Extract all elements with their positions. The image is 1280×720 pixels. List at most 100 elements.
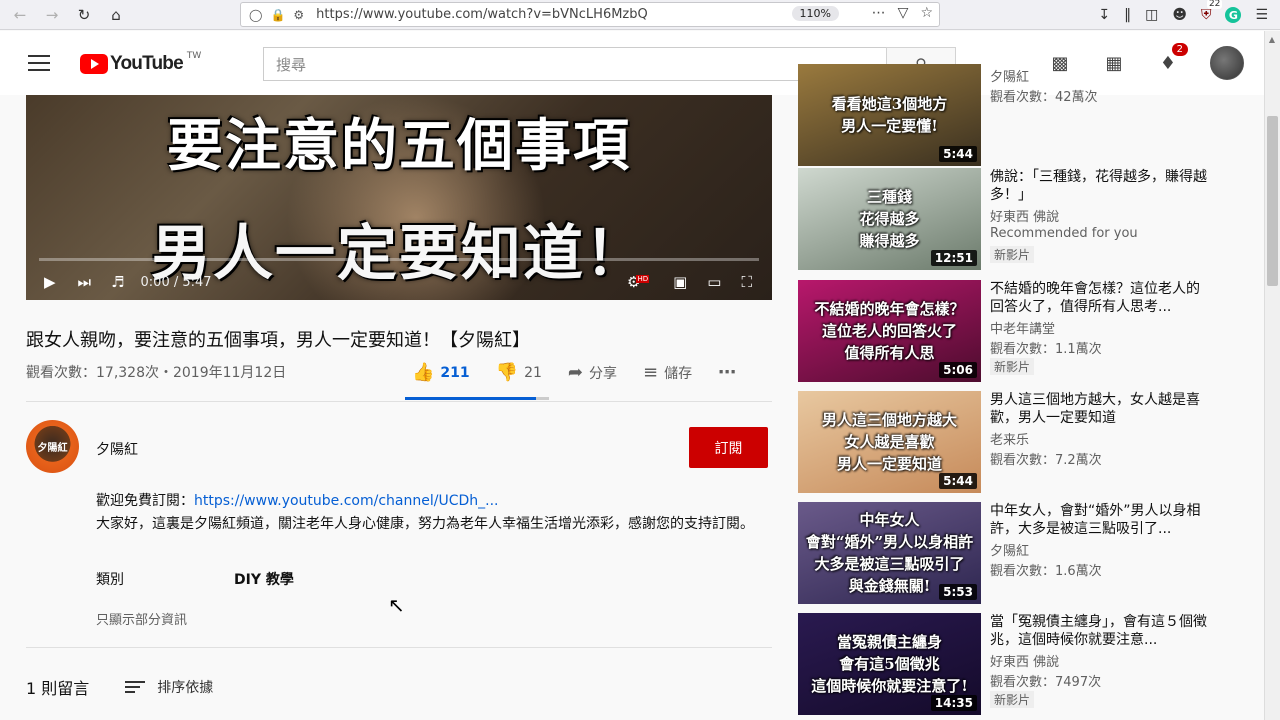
user-avatar[interactable] [1210, 46, 1244, 80]
recommended-channel[interactable]: 夕陽紅 [990, 540, 1029, 559]
shield-icon[interactable]: ◯ [249, 8, 262, 22]
show-less-button[interactable]: 只顯示部分資訊 [96, 609, 187, 628]
subscribe-button[interactable]: 訂閱 [689, 427, 768, 468]
video-player[interactable]: 要注意的五個事項 男人一定要知道！ ▶ ⏭ ♬ 0:00 / 5:47 ⚙HD … [26, 95, 772, 300]
dislike-button[interactable]: 👎 21 [496, 362, 542, 383]
time-display: 0:00 / 5:47 [140, 274, 212, 290]
channel-link[interactable]: https://www.youtube.com/channel/UCDh_... [194, 493, 499, 509]
share-icon: ➦ [567, 362, 583, 383]
video-thumbnail[interactable]: 當冤親債主纏身 會有這5個徵兆 這個時候你就要注意了! 14:35 [798, 613, 981, 715]
url-text[interactable]: https://www.youtube.com/watch?v=bVNcLH6M… [316, 7, 648, 22]
download-icon[interactable]: ↧ [1098, 7, 1110, 23]
recommended-channel[interactable]: 好東西 佛說 [990, 206, 1059, 225]
next-icon[interactable]: ⏭ [78, 273, 92, 291]
sidebar-icon[interactable]: ◫ [1145, 7, 1158, 23]
youtube-play-icon [80, 54, 108, 74]
volume-icon[interactable]: ♬ [111, 273, 124, 291]
video-caption-top: 要注意的五個事項 [167, 113, 631, 179]
video-thumbnail[interactable]: 中年女人 會對“婚外”男人以身相許 大多是被這三點吸引了 與金錢無關! 5:53 [798, 502, 981, 604]
permissions-icon[interactable]: ⚙ [293, 8, 304, 22]
recommended-video[interactable]: 男人這三個地方越大 女人越是喜歡 男人一定要知道 5:44 男人這三個地方越大，女人越是… [798, 391, 1208, 493]
zoom-level[interactable]: 110% [791, 6, 839, 21]
channel-avatar[interactable]: 夕陽紅 [26, 420, 79, 473]
forward-icon[interactable]: → [40, 3, 64, 27]
scroll-up-icon[interactable]: ▲ [1267, 35, 1277, 45]
page-actions-icon[interactable]: ⋯ [872, 5, 886, 21]
recommended-views: 觀看次數：7497次 [990, 675, 1102, 690]
video-thumbnail[interactable]: 男人這三個地方越大 女人越是喜歡 男人一定要知道 5:44 [798, 391, 981, 493]
thumbnail-caption: 不結婚的晚年會怎樣？ [814, 300, 965, 318]
recommended-views: 觀看次數：1.6萬次 [990, 564, 1102, 579]
recommended-views: 觀看次數：7.2萬次 [990, 453, 1102, 468]
video-thumbnail[interactable]: 看看她這3個地方 男人一定要懂! 5:44 [798, 64, 981, 166]
recommended-channel[interactable]: 老来乐 [990, 429, 1029, 448]
mouse-cursor-icon: ↖ [388, 593, 405, 617]
like-button[interactable]: 👍 211 [412, 362, 470, 383]
recommended-video[interactable]: 不結婚的晚年會怎樣？ 這位老人的回答火了 值得所有人思 5:06 不結婚的晚年會怎樣？這… [798, 280, 1208, 382]
recommended-video[interactable]: 中年女人 會對“婚外”男人以身相許 大多是被這三點吸引了 與金錢無關! 5:53 中年女人… [798, 502, 1208, 604]
theater-mode-icon[interactable]: ▭ [707, 273, 721, 291]
miniplayer-icon[interactable]: ▣ [673, 273, 687, 291]
category-value[interactable]: DIY 教學 [234, 569, 294, 589]
sort-label: 排序依據 [157, 680, 214, 696]
more-icon: ⋯ [718, 362, 737, 383]
more-actions-button[interactable]: ⋯ [718, 362, 742, 383]
bookmark-star-icon[interactable]: ☆ [920, 5, 933, 21]
recommended-title[interactable]: 中年女人，會對“婚外”男人以身相許，大多是被這三點吸引了... [990, 502, 1208, 538]
browser-menu-icon[interactable]: ☰ [1255, 7, 1268, 23]
comments-header: 1 則留言 排序依據 [26, 675, 213, 699]
grammarly-extension-icon[interactable]: G [1225, 7, 1242, 23]
duration-badge: 12:51 [930, 250, 977, 266]
thumbnail-caption: 這位老人的回答火了 [821, 322, 957, 340]
share-label: 分享 [589, 365, 617, 382]
lock-icon[interactable]: 🔒 [270, 8, 285, 22]
recommended-channel[interactable]: 中老年講堂 [990, 318, 1055, 337]
settings-icon[interactable]: ⚙HD [627, 273, 653, 291]
thumbnail-caption: 女人越是喜歡 [844, 433, 935, 451]
thumbnail-caption: 花得越多 [859, 210, 920, 228]
description-text: 大家好，這裏是夕陽紅頻道，關注老年人身心健康，努力為老年人幸福生活增光添彩，感謝… [96, 516, 754, 532]
recommended-title[interactable]: 男人這三個地方越大，女人越是喜歡，男人一定要知道 [990, 391, 1208, 427]
video-description: 歡迎免費訂閱：https://www.youtube.com/channel/U… [96, 490, 776, 536]
playlist-add-icon: ≡ [643, 362, 659, 383]
recommended-video[interactable]: 看看她這3個地方 男人一定要懂! 5:44 夕陽紅觀看次數：42萬次 [798, 64, 1208, 166]
account-icon[interactable]: ☻ [1172, 7, 1187, 23]
recommended-views: Recommended for you [990, 226, 1138, 241]
library-icon[interactable]: ‖ [1124, 7, 1131, 23]
home-icon[interactable]: ⌂ [104, 3, 128, 27]
menu-icon[interactable] [28, 55, 50, 76]
thumbnail-caption: 這個時候你就要注意了! [811, 677, 968, 695]
ublock-extension-icon[interactable]: ⛨ 22 [1201, 0, 1223, 23]
video-thumbnail[interactable]: 三種錢 花得越多 賺得越多 12:51 [798, 168, 981, 270]
duration-badge: 14:35 [930, 695, 977, 711]
recommended-video[interactable]: 當冤親債主纏身 會有這5個徵兆 這個時候你就要注意了! 14:35 當「冤親債主纏身」，… [798, 613, 1208, 715]
play-icon[interactable]: ▶ [44, 273, 56, 291]
youtube-logo[interactable]: YouTube TW [80, 51, 201, 75]
back-icon[interactable]: ← [8, 3, 32, 27]
recommended-video[interactable]: 三種錢 花得越多 賺得越多 12:51 佛說：「三種錢，花得越多，賺得越多！」 好東西 佛… [798, 168, 1208, 270]
sort-icon [125, 681, 146, 693]
page-scrollbar[interactable]: ▲ [1264, 31, 1280, 720]
sort-button[interactable]: 排序依據 [125, 677, 213, 697]
recommended-channel[interactable]: 好東西 佛說 [990, 651, 1059, 670]
recommended-views: 觀看次數：42萬次 [990, 90, 1098, 105]
new-badge: 新影片 [990, 246, 1035, 263]
search-input[interactable]: 搜尋 [263, 47, 887, 81]
thumbnail-caption: 三種錢 [866, 188, 912, 206]
pocket-icon[interactable]: ▽ [898, 5, 909, 21]
duration-badge: 5:06 [939, 362, 977, 378]
video-thumbnail[interactable]: 不結婚的晚年會怎樣？ 這位老人的回答火了 值得所有人思 5:06 [798, 280, 981, 382]
recommended-channel[interactable]: 夕陽紅 [990, 66, 1029, 85]
recommended-title[interactable]: 不結婚的晚年會怎樣？這位老人的回答火了，值得所有人思考... [990, 280, 1208, 316]
recommended-title[interactable]: 當「冤親債主纏身」，會有這５個徵兆，這個時候你就要注意... [990, 613, 1208, 649]
progress-bar[interactable] [39, 258, 759, 261]
channel-name[interactable]: 夕陽紅 [96, 439, 138, 459]
url-bar[interactable]: ◯ 🔒 ⚙ https://www.youtube.com/watch?v=bV… [240, 2, 940, 27]
scroll-thumb[interactable] [1267, 116, 1278, 286]
reload-icon[interactable]: ↻ [72, 3, 96, 27]
recommended-title[interactable]: 佛說：「三種錢，花得越多，賺得越多！」 [990, 168, 1208, 204]
save-button[interactable]: ≡ 儲存 [643, 362, 692, 383]
share-button[interactable]: ➦ 分享 [568, 362, 617, 383]
fullscreen-icon[interactable]: ⛶ [741, 273, 752, 291]
comment-count: 1 則留言 [26, 679, 90, 698]
